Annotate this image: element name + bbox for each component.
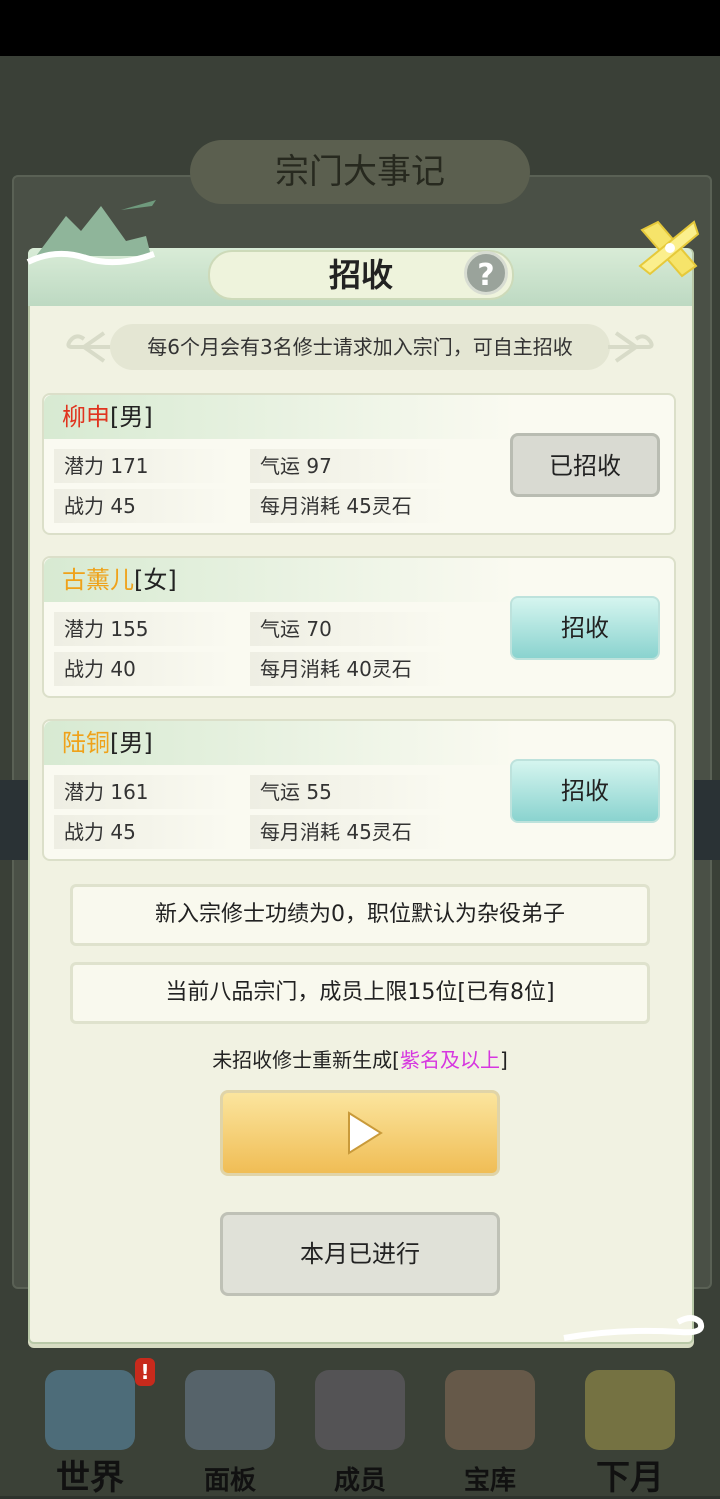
nav-item-panel[interactable]: 面板 [170,1370,290,1496]
regenerate-hint: 未招收修士重新生成[紫名及以上] [30,1044,690,1076]
candidate-name-text: 古薰儿 [62,566,134,594]
recruited-button[interactable]: 已招收 [510,433,660,497]
stat-luck: 气运 70 [250,612,450,646]
stat-cost: 每月消耗 40灵石 [250,652,450,686]
scroll-left-icon [66,331,112,363]
recruit-notice: 每6个月会有3名修士请求加入宗门，可自主招收 [110,324,610,370]
nav-item-treasury[interactable]: 宝库 [430,1370,550,1496]
nav-item-world[interactable]: 世界 [30,1370,150,1498]
recruit-button[interactable]: 招收 [510,759,660,823]
dialog-title: 招收 [328,256,393,294]
help-icon[interactable]: ? [464,251,508,295]
nav-item-members[interactable]: 成员 [300,1370,420,1496]
nav-label: 成员 [333,1466,386,1496]
stat-power: 战力 45 [54,815,234,849]
nav-item-next-month[interactable]: 下月 [570,1370,690,1498]
nav-label: 面板 [203,1466,256,1496]
candidate-name: 陆铜[男] [62,725,153,761]
status-bar [0,0,720,56]
notification-badge: ! [135,1358,155,1386]
panel-icon [185,1370,275,1450]
nav-label: 世界 [56,1458,124,1498]
members-icon [315,1370,405,1450]
merit-info: 新入宗修士功绩为0，职位默认为杂役弟子 [70,884,650,946]
nav-label: 下月 [596,1458,664,1498]
stat-potential: 潜力 161 [54,775,234,809]
stat-cost: 每月消耗 45灵石 [250,815,450,849]
candidate-sex: [男] [110,403,153,431]
mountain-decoration-icon [26,200,156,266]
candidate-name: 柳申[男] [62,399,153,435]
stat-potential: 潜力 171 [54,449,234,483]
background-title: 宗门大事记 [275,152,445,192]
candidate-card: 古薰儿[女] 潜力 155 气运 70 战力 40 每月消耗 40灵石 招收 [42,556,676,698]
regen-prefix: 未招收修士重新生成[ [212,1048,400,1072]
nav-label: 宝库 [463,1466,516,1496]
done-this-month-button[interactable]: 本月已进行 [220,1212,500,1296]
close-icon[interactable] [636,216,700,280]
regen-highlight: 紫名及以上 [400,1048,500,1072]
play-icon [348,1111,383,1155]
recruit-button[interactable]: 招收 [510,596,660,660]
candidate-card: 陆铜[男] 潜力 161 气运 55 战力 45 每月消耗 45灵石 招收 [42,719,676,861]
candidate-name-text: 柳申 [62,403,110,431]
world-icon [45,1370,135,1450]
capacity-info: 当前八品宗门，成员上限15位[已有8位] [70,962,650,1024]
stat-potential: 潜力 155 [54,612,234,646]
stat-power: 战力 45 [54,489,234,523]
candidate-sex: [女] [134,566,177,594]
candidate-name-text: 陆铜 [62,729,110,757]
next-month-icon [585,1370,675,1450]
treasury-icon [445,1370,535,1450]
stat-luck: 气运 97 [250,449,450,483]
cloud-decoration-icon [563,1315,704,1341]
watch-ad-play-button[interactable] [220,1090,500,1176]
scroll-right-icon [608,331,654,363]
candidate-card: 柳申[男] 潜力 171 气运 97 战力 45 每月消耗 45灵石 已招收 [42,393,676,535]
candidate-sex: [男] [110,729,153,757]
stat-cost: 每月消耗 45灵石 [250,489,450,523]
regen-suffix: ] [500,1048,508,1072]
stat-luck: 气运 55 [250,775,450,809]
candidate-name: 古薰儿[女] [62,562,177,598]
stat-power: 战力 40 [54,652,234,686]
